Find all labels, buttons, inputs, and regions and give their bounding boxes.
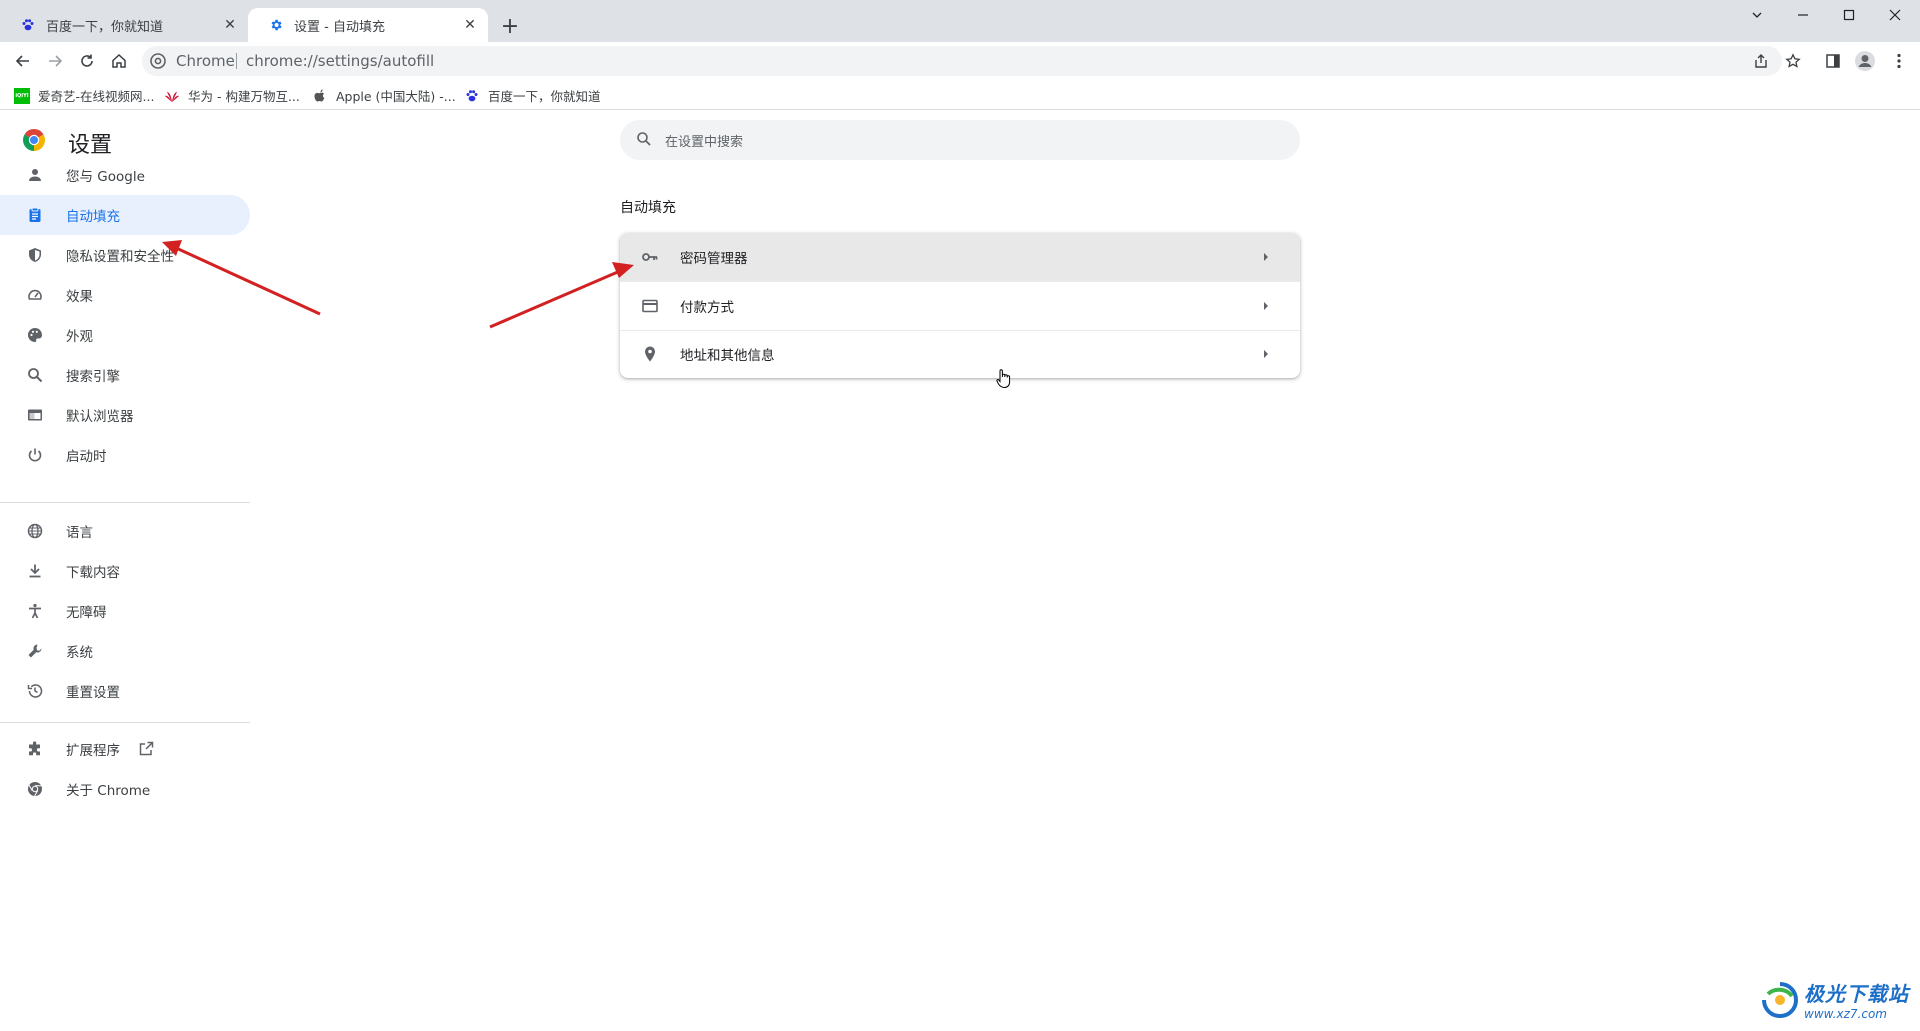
watermark-url: www.xz7.com [1804, 1007, 1887, 1021]
watermark: 极光下载站 www.xz7.com [1760, 978, 1909, 1021]
watermark-name: 极光下载站 [1804, 982, 1909, 1006]
annotation-arrow-right [489, 262, 634, 329]
watermark-logo-icon [1760, 980, 1800, 1020]
annotation-arrow-left [162, 240, 321, 316]
annotation-arrows [162, 240, 634, 329]
